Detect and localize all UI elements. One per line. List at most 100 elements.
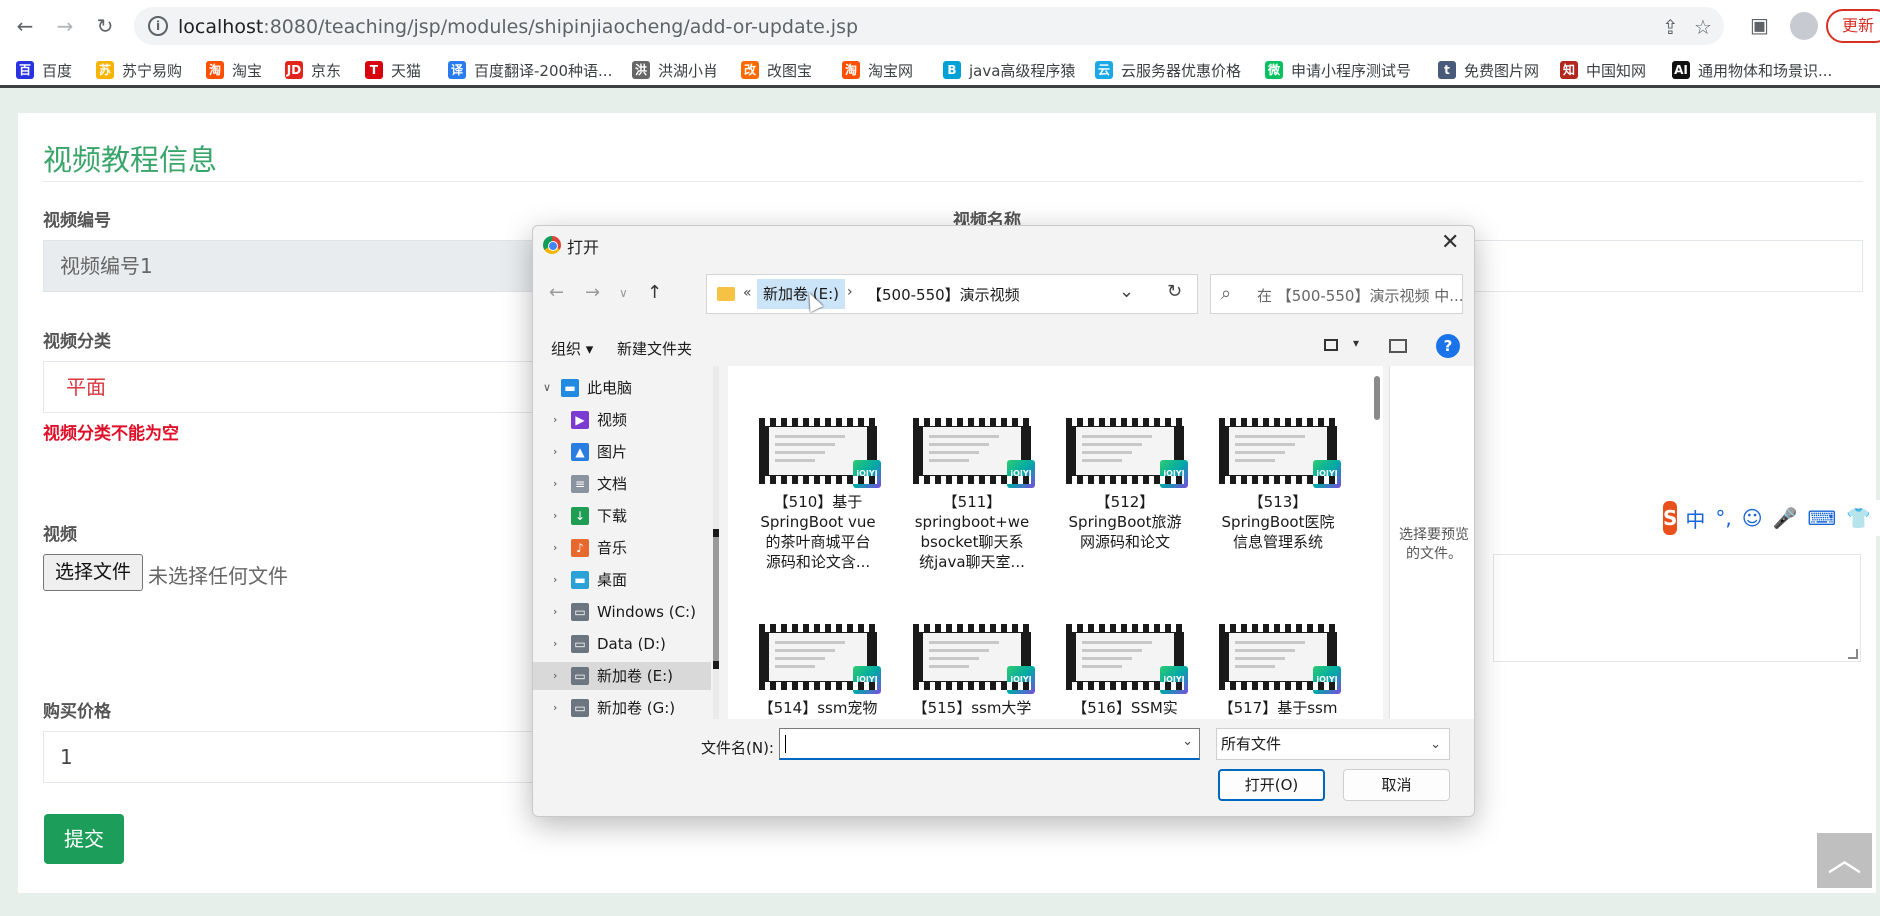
chevron-right-icon[interactable]: ›: [553, 470, 557, 498]
filename-dropdown-icon[interactable]: ⌄: [1182, 734, 1193, 749]
tree-scrollbar[interactable]: [713, 366, 719, 719]
tree-item[interactable]: › ▭ Data (D:): [533, 630, 711, 658]
organize-button[interactable]: 组织 ▾: [551, 338, 593, 359]
ime-tool-icon[interactable]: 中: [1685, 504, 1705, 533]
chevron-right-icon[interactable]: ›: [553, 598, 557, 626]
refresh-icon[interactable]: ↻: [1167, 281, 1182, 302]
reload-icon[interactable]: ↻: [92, 13, 118, 39]
up-folder-icon[interactable]: ↑: [647, 282, 662, 303]
tree-item[interactable]: ∨ ▬ 此电脑: [533, 374, 711, 402]
chevron-down-icon[interactable]: ∨: [543, 374, 551, 402]
bookmark-item[interactable]: Bjava高级程序猿: [943, 58, 1075, 82]
tree-item[interactable]: › ♪ 音乐: [533, 534, 711, 562]
file-item[interactable]: iQIYI 【511】 springboot+we bsocket聊天系 统java聊天…: [907, 418, 1037, 572]
sogou-logo-icon[interactable]: S: [1663, 501, 1678, 535]
tree-item[interactable]: › ▭ 新加卷 (E:): [533, 662, 711, 690]
description-textarea[interactable]: [1493, 554, 1861, 662]
ime-tool-icon[interactable]: ⌨: [1808, 506, 1837, 530]
bookmark-item[interactable]: 微申请小程序测试号: [1265, 58, 1411, 82]
dialog-address-bar[interactable]: « 新加卷 (E:) › 【500-550】演示视频 ⌄ ↻: [706, 274, 1198, 314]
tree-item[interactable]: › ▭ 新加卷 (G:): [533, 694, 711, 719]
tree-item[interactable]: › ≡ 文档: [533, 470, 711, 498]
filetype-select[interactable]: 所有文件 ⌄: [1216, 728, 1450, 760]
address-dropdown-icon[interactable]: ⌄: [1119, 281, 1134, 302]
preview-pane-icon[interactable]: [1389, 339, 1407, 353]
ime-toolbar[interactable]: S 中 °, ☺ 🎤 ⌨ 👕: [1663, 500, 1880, 536]
close-icon[interactable]: ✕: [1441, 230, 1459, 255]
chevron-right-icon[interactable]: ›: [553, 694, 557, 719]
bookmark-item[interactable]: 百百度: [16, 58, 72, 82]
chevron-right-icon[interactable]: ›: [553, 438, 557, 466]
site-info-icon[interactable]: i: [148, 16, 168, 36]
ime-tool-icon[interactable]: 🎤: [1773, 506, 1798, 530]
scroll-to-top-button[interactable]: ︿: [1817, 833, 1872, 888]
view-mode-icon[interactable]: [1324, 339, 1338, 351]
path-separator[interactable]: ›: [847, 284, 853, 300]
filetype-dropdown-icon[interactable]: ⌄: [1430, 730, 1441, 760]
tree-item[interactable]: › ▲ 图片: [533, 438, 711, 466]
file-grid-scrollbar-thumb[interactable]: [1374, 376, 1380, 420]
file-item[interactable]: iQIYI 【514】ssm宠物: [753, 624, 883, 718]
chevron-right-icon[interactable]: ›: [553, 502, 557, 530]
dialog-search-input[interactable]: ⌕ 在 【500-550】演示视频 中...: [1210, 274, 1464, 314]
file-item[interactable]: iQIYI 【512】 SpringBoot旅游 网源码和论文: [1060, 418, 1190, 552]
tree-item[interactable]: › ▬ 桌面: [533, 566, 711, 594]
star-icon[interactable]: ☆: [1694, 15, 1712, 39]
file-item[interactable]: iQIYI 【515】ssm大学: [907, 624, 1037, 718]
bookmark-item[interactable]: 知中国知网: [1560, 58, 1646, 82]
bookmark-item[interactable]: 淘淘宝网: [842, 58, 913, 82]
side-panel-icon[interactable]: ▣: [1750, 13, 1769, 37]
help-icon[interactable]: ?: [1436, 334, 1460, 358]
view-dropdown-icon[interactable]: ▾: [1353, 336, 1359, 350]
chevron-right-icon[interactable]: ›: [553, 630, 557, 658]
file-name-line: 信息管理系统: [1232, 533, 1323, 551]
bookmark-item[interactable]: 译百度翻译-200种语...: [448, 58, 612, 82]
resize-grip-icon[interactable]: [1848, 649, 1858, 659]
share-icon[interactable]: ⇪: [1662, 15, 1679, 39]
bookmark-item[interactable]: AI 通用物体和场景识...: [1672, 58, 1832, 82]
file-item[interactable]: iQIYI 【513】 SpringBoot医院 信息管理系统: [1213, 418, 1343, 552]
open-button[interactable]: 打开(O): [1218, 769, 1325, 801]
bookmark-item[interactable]: 洪洪湖小肖: [632, 58, 718, 82]
ime-tool-icon[interactable]: °,: [1715, 506, 1731, 530]
address-bar[interactable]: i localhost:8080/teaching/jsp/modules/sh…: [134, 7, 1724, 45]
file-item[interactable]: iQIYI 【516】SSM实: [1060, 624, 1190, 718]
dialog-forward-icon[interactable]: →: [585, 282, 600, 303]
filename-input[interactable]: ⌄: [779, 728, 1200, 760]
ime-tool-icon[interactable]: 👕: [1846, 506, 1871, 530]
tree-item[interactable]: › ↓ 下载: [533, 502, 711, 530]
chevron-right-icon[interactable]: ›: [553, 406, 557, 434]
file-item[interactable]: iQIYI 【517】基于ssm: [1213, 624, 1343, 718]
path-segment-drive[interactable]: 新加卷 (E:): [757, 279, 846, 309]
file-grid-scrollbar[interactable]: [1371, 366, 1383, 719]
bookmark-label: 淘宝网: [868, 61, 914, 80]
back-icon[interactable]: ←: [12, 13, 38, 39]
path-segment-folder[interactable]: 【500-550】演示视频: [867, 284, 1020, 305]
cancel-button[interactable]: 取消: [1343, 769, 1450, 801]
tree-item[interactable]: › ▶ 视频: [533, 406, 711, 434]
dialog-back-icon[interactable]: ←: [549, 282, 564, 303]
forward-icon[interactable]: →: [52, 13, 78, 39]
bookmark-item[interactable]: 苏苏宁易购: [96, 58, 182, 82]
bookmark-item[interactable]: 改改图宝: [741, 58, 812, 82]
update-button[interactable]: 更新: [1826, 9, 1880, 43]
bookmark-item[interactable]: 云云服务器优惠价格: [1095, 58, 1241, 82]
chevron-right-icon[interactable]: ›: [553, 534, 557, 562]
submit-button[interactable]: 提交: [44, 814, 124, 864]
recent-dropdown-icon[interactable]: ∨: [619, 286, 628, 300]
bookmark-label: 免费图片网: [1464, 61, 1540, 80]
new-folder-button[interactable]: 新建文件夹: [617, 338, 692, 359]
profile-avatar[interactable]: [1790, 12, 1818, 40]
tree-scrollbar-thumb[interactable]: [713, 529, 719, 669]
bookmark-item[interactable]: JD 京东: [285, 58, 341, 82]
bookmark-item[interactable]: T 天猫: [365, 58, 421, 82]
tree-item[interactable]: › ▭ Windows (C:): [533, 598, 711, 626]
path-overflow[interactable]: «: [743, 285, 752, 301]
choose-file-button[interactable]: 选择文件: [43, 554, 143, 591]
chevron-right-icon[interactable]: ›: [553, 662, 557, 690]
chevron-right-icon[interactable]: ›: [553, 566, 557, 594]
bookmark-item[interactable]: 淘淘宝: [206, 58, 262, 82]
ime-tool-icon[interactable]: ☺: [1742, 506, 1763, 530]
file-item[interactable]: iQIYI 【510】基于 SpringBoot vue 的茶叶商城平台 源码和论文含.…: [753, 418, 883, 572]
bookmark-item[interactable]: t 免费图片网: [1438, 58, 1539, 82]
